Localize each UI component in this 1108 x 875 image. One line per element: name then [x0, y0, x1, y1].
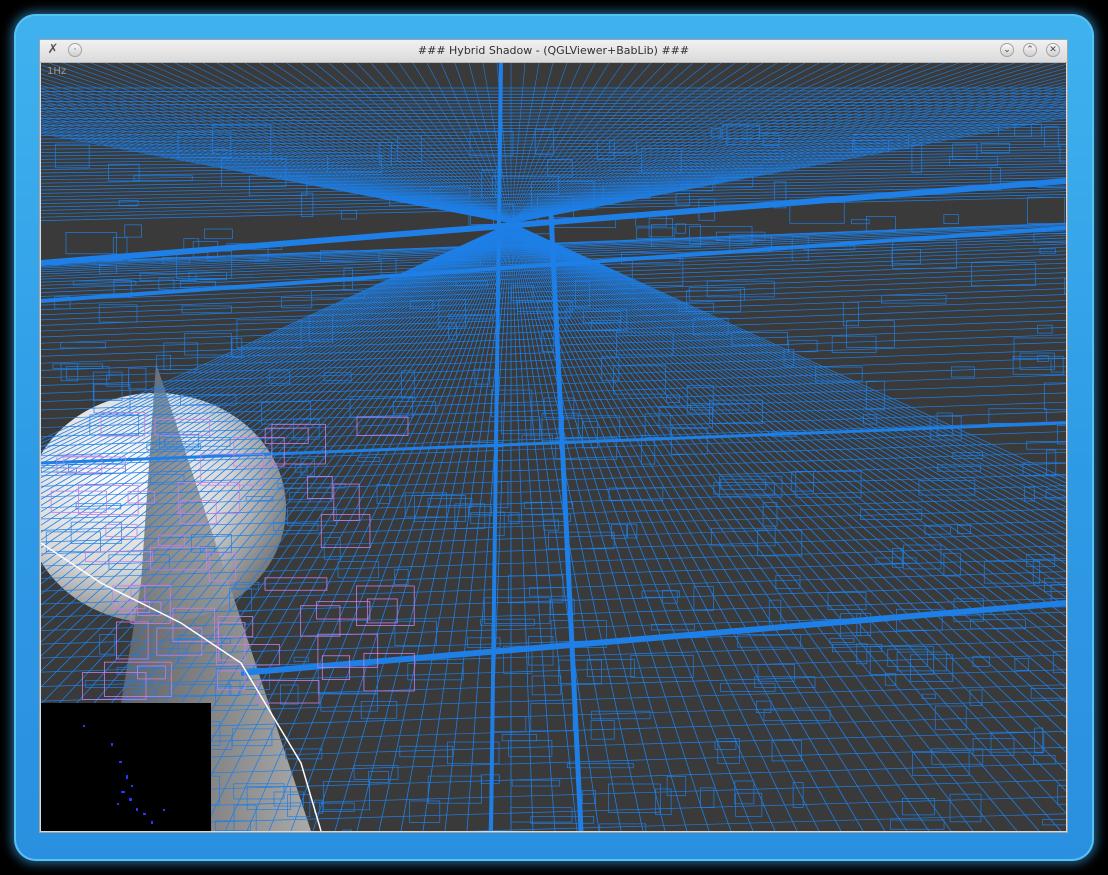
- maximize-button[interactable]: ⌃: [1023, 43, 1037, 57]
- minimize-button[interactable]: ⌄: [1000, 43, 1014, 57]
- close-icon: ✕: [1049, 45, 1057, 55]
- window-title: ### Hybrid Shadow - (QGLViewer+BabLib) #…: [417, 44, 690, 57]
- shadow-map-points: [83, 725, 165, 824]
- app-window: ✗ · ### Hybrid Shadow - (QGLViewer+BabLi…: [40, 40, 1067, 832]
- close-button[interactable]: ✕: [1046, 43, 1060, 57]
- fps-counter: 1Hz: [47, 66, 67, 77]
- gl-viewport[interactable]: 1Hz: [41, 63, 1066, 831]
- chevron-up-icon: ⌃: [1026, 45, 1034, 55]
- shadow-map-preview: [41, 703, 211, 831]
- chevron-down-icon: ⌄: [1003, 45, 1011, 55]
- title-bar[interactable]: ✗ · ### Hybrid Shadow - (QGLViewer+BabLi…: [40, 40, 1067, 63]
